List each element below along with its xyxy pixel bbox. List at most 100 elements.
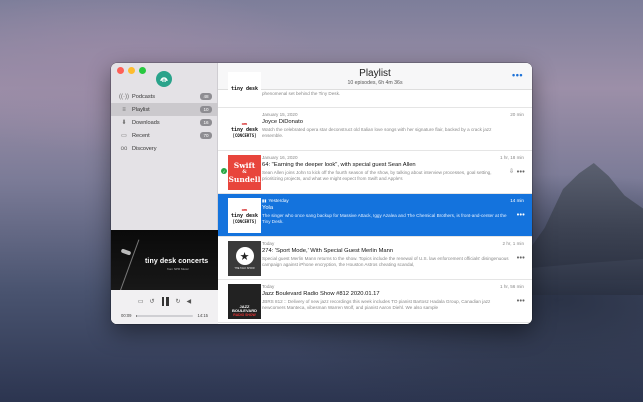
episode-more-icon[interactable]: ••• — [517, 169, 525, 176]
episode-more-icon[interactable]: ••• — [517, 298, 525, 305]
skip-back-icon[interactable]: ↺ — [149, 298, 154, 305]
sidebar: ((·)) Podcasts 48 ≡ Playlist 10 ⬇ Downlo… — [111, 63, 218, 324]
episode-thumbnail: Swift & Sundell — [228, 155, 261, 190]
episode-duration: 14 min — [510, 198, 524, 203]
episode-row[interactable]: NPR tiny desk [CONCERTS] January 15, 202… — [218, 108, 532, 151]
elapsed-time: 00:09 — [121, 313, 132, 318]
episode-duration: 1 hr, 56 min — [499, 284, 524, 289]
sidebar-item-label: Recent — [132, 132, 150, 139]
episode-row[interactable]: ★ THE TALK SHOW Today 2 hr, 1 min 274: '… — [218, 237, 532, 280]
app-window: ((·)) Podcasts 48 ≡ Playlist 10 ⬇ Downlo… — [111, 63, 532, 324]
tinydesk-main-text: tiny desk — [230, 126, 259, 133]
close-window-button[interactable] — [117, 67, 124, 74]
recent-icon: ▭ — [121, 133, 127, 139]
tinydesk-sub-text: [CONCERTS] — [232, 218, 257, 224]
page-title: Playlist — [359, 68, 391, 79]
playback-progress-bar[interactable] — [136, 314, 193, 317]
discovery-icon: oo — [120, 145, 128, 152]
episode-date: January 15, 2020 — [262, 112, 298, 117]
jazz-title-text: JAZZ BOULEVARD — [231, 304, 258, 313]
playlist-icon: ≡ — [122, 106, 126, 113]
episode-date: ▮▮ Yesterday — [262, 198, 289, 203]
episode-date: Today — [262, 284, 275, 289]
episode-title: Joyce DiDonato — [262, 119, 303, 125]
episode-title: Jazz Boulevard Radio Show #812 2020.01.1… — [262, 291, 380, 297]
playlist-header: Playlist 10 episodes, 6h 4m 36s ••• — [218, 63, 532, 90]
skip-forward-icon[interactable]: ↻ — [176, 298, 181, 305]
sidebar-item-playlist[interactable]: ≡ Playlist 10 — [111, 103, 218, 116]
sidebar-item-podcasts[interactable]: ((·)) Podcasts 48 — [111, 90, 218, 103]
sidebar-item-recent[interactable]: ▭ Recent 70 — [111, 129, 218, 142]
sidebar-item-discovery[interactable]: oo Discovery — [111, 142, 218, 155]
tinydesk-main-text: tiny desk — [230, 212, 259, 219]
episode-title: 274: 'Sport Mode,' With Special Guest Me… — [262, 248, 394, 254]
episode-date: January 16, 2020 — [262, 155, 298, 160]
count-badge: 70 — [200, 132, 212, 139]
volume-icon[interactable]: ◀ — [187, 298, 192, 305]
antenna-icon: ((·)) — [119, 93, 129, 100]
microphone-icon — [120, 248, 132, 256]
episode-row[interactable]: ✓ Swift & Sundell January 16, 2020 1 hr,… — [218, 151, 532, 194]
sundell-text: Sundell — [228, 175, 261, 184]
jazz-subtitle-text: RADIO SHOW — [233, 313, 256, 317]
sidebar-item-label: Playlist — [132, 106, 150, 113]
downloaded-icon[interactable]: ⇩ — [509, 168, 514, 175]
minimize-window-button[interactable] — [128, 67, 135, 74]
sidebar-item-downloads[interactable]: ⬇ Downloads 16 — [111, 116, 218, 129]
episode-date: Today — [262, 241, 275, 246]
sidebar-item-label: Downloads — [132, 119, 160, 126]
npr-logo: NPR — [241, 207, 248, 212]
checkmark-icon: ✓ — [221, 168, 227, 174]
app-logo-icon — [156, 71, 172, 87]
episode-title: 64: "Earning the deeper look", with spec… — [262, 162, 416, 168]
episode-title: Yola — [262, 205, 274, 211]
episode-row-selected[interactable]: NPR tiny desk [CONCERTS] ▮▮ Yesterday 14 … — [218, 194, 532, 237]
episode-duration: 20 min — [510, 112, 524, 117]
count-badge: 16 — [200, 119, 212, 126]
sidebar-item-label: Podcasts — [132, 93, 156, 100]
mic-stand-graphic — [119, 239, 140, 290]
episode-thumbnail: ★ THE TALK SHOW — [228, 241, 261, 276]
episode-duration: 2 hr, 1 min — [502, 241, 524, 246]
episode-description: phenomenal set behind the Tiny Desk. — [262, 91, 341, 96]
airplay-icon[interactable]: ▭ — [138, 298, 144, 305]
zoom-window-button[interactable] — [139, 67, 146, 74]
playlist-pane: Playlist 10 episodes, 6h 4m 36s ••• tiny… — [218, 63, 532, 324]
episode-thumbnail: NPR tiny desk [CONCERTS] — [228, 112, 261, 147]
episode-thumbnail: tiny desk — [228, 72, 261, 107]
episode-more-icon[interactable]: ••• — [517, 212, 525, 219]
episode-description: Special guest Merlin Mann returns to the… — [262, 256, 509, 268]
talkshow-label: THE TALK SHOW — [234, 267, 255, 270]
playing-indicator-icon: ▮▮ — [262, 198, 267, 203]
episode-description: Sean Allen joins John to kick off the fo… — [262, 170, 492, 182]
page-subtitle: 10 episodes, 6h 4m 36s — [347, 80, 403, 86]
star-icon: ★ — [235, 247, 254, 265]
download-icon: ⬇ — [121, 120, 127, 126]
more-options-icon[interactable]: ••• — [512, 70, 523, 80]
episode-description: Watch the celebrated opera star deconstr… — [262, 127, 492, 139]
progress-fill — [136, 314, 138, 317]
episode-description: JBRS 812 :: Delivery of new jazz recordi… — [262, 299, 491, 311]
pause-button[interactable] — [161, 297, 170, 306]
remaining-time: 14:15 — [197, 313, 208, 318]
tinydesk-sub-text: [CONCERTS] — [232, 132, 257, 138]
tinydesk-main-text: tiny desk — [230, 86, 259, 92]
episode-more-icon[interactable]: ••• — [517, 255, 525, 262]
artwork-title: tiny desk concerts — [145, 258, 209, 265]
count-badge: 10 — [200, 106, 212, 113]
artwork-subtitle: from NPR Music — [167, 267, 189, 271]
swift-text: Swift — [233, 161, 256, 170]
episode-row[interactable]: JAZZ BOULEVARD RADIO SHOW Today 1 hr, 56… — [218, 280, 532, 323]
sidebar-item-label: Discovery — [132, 145, 157, 152]
episode-row[interactable]: tiny desk phenomenal set behind the Tiny… — [218, 72, 532, 108]
npr-logo: NPR — [241, 121, 248, 126]
episode-thumbnail: NPR tiny desk [CONCERTS] — [228, 198, 261, 233]
episode-description: The singer who once sang backup for Mass… — [262, 213, 507, 225]
window-controls — [117, 67, 146, 74]
count-badge: 48 — [200, 93, 212, 100]
episode-thumbnail: JAZZ BOULEVARD RADIO SHOW — [228, 284, 261, 319]
player-controls: ▭ ↺ ↻ ◀ 00:09 14:15 — [111, 290, 218, 324]
episode-duration: 1 hr, 18 min — [499, 155, 524, 160]
now-playing-artwork[interactable]: tiny desk concerts from NPR Music — [111, 230, 218, 290]
sidebar-nav: ((·)) Podcasts 48 ≡ Playlist 10 ⬇ Downlo… — [111, 90, 218, 155]
